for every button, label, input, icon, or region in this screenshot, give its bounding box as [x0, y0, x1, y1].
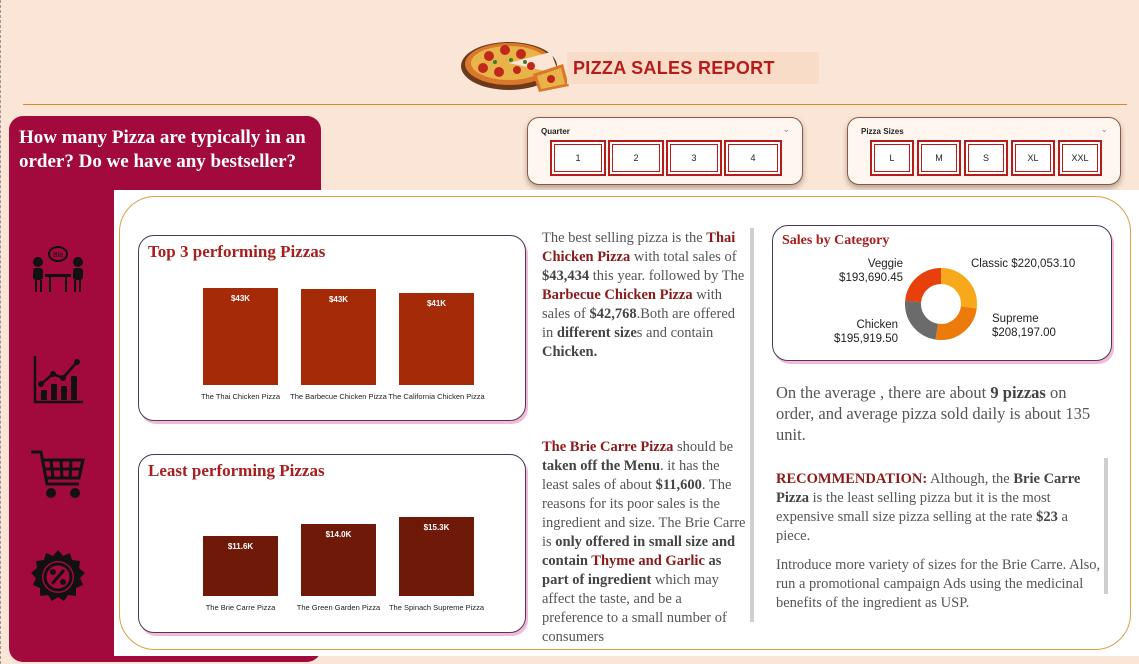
text-avg-segment: On the average , there are about — [776, 383, 991, 402]
sizes-slicer-title: Pizza Sizes — [861, 127, 904, 136]
quarter-option-1[interactable]: 1 — [550, 140, 606, 176]
pizza-sizes-slicer: Pizza Sizes ⌄ L M S XL XXL — [847, 117, 1121, 185]
average-order-text: On the average , there are about 9 pizza… — [776, 382, 1106, 445]
category-card: Sales by Category Classic $220,053.10 Sup… — [772, 225, 1112, 361]
bar-data-label: $15.3K — [423, 523, 450, 532]
svg-text:Bla: Bla — [53, 252, 63, 259]
quarter-option-4[interactable]: 4 — [724, 140, 782, 176]
chevron-down-icon[interactable]: ⌄ — [782, 124, 790, 135]
text-least-segment: should be — [673, 439, 734, 455]
donut-label-classic: Classic $220,053.10 — [971, 257, 1075, 271]
bar-data-label: $11.6K — [227, 542, 254, 552]
discount-gear-icon — [31, 550, 85, 601]
text-rec-segment: $23 — [1036, 509, 1058, 525]
least-card: Least performing Pizzas $11.6K The Brie C… — [138, 454, 526, 633]
least-seller-text: The Brie Carre Pizza should be taken off… — [542, 438, 746, 647]
donut-label-value: $195,919.50 — [834, 333, 898, 345]
text-best-segment: $42,768 — [589, 306, 637, 322]
text-least-segment: taken off the Menu — [542, 458, 661, 474]
top3-card: Top 3 performing Pizzas $43K The Thai Chi… — [138, 235, 526, 421]
donut-label-value: $208,197.00 — [992, 327, 1056, 339]
text-best-segment: this year. followed by The — [589, 268, 745, 284]
text-best-segment: The best selling pizza is the — [542, 230, 707, 246]
text-rec-segment: Although, the — [927, 471, 1014, 487]
least-bar-chart: $11.6K The Brie Carre Pizza $14.0K The Gree… — [139, 455, 527, 634]
text-rec-segment: is the least selling pizza but it is the… — [776, 490, 1051, 525]
shopping-cart-icon — [31, 450, 85, 498]
donut-label-name: Classic — [971, 258, 1009, 270]
text-best-segment: $43,434 — [542, 268, 590, 284]
size-option-xxl[interactable]: XXL — [1058, 140, 1102, 176]
recommendation-scrollbar[interactable] — [1104, 458, 1108, 594]
text-best-segment: s and contain — [636, 325, 714, 341]
quarter-slicer-title: Quarter — [541, 127, 570, 136]
category-label: The Spinach Supreme Pizza — [388, 603, 485, 612]
top3-bar-chart: $43K The Thai Chicken Pizza $43K The Barbec… — [139, 236, 527, 422]
header-divider — [23, 104, 1127, 105]
question-text: How many Pizza are typically in an order… — [19, 127, 306, 172]
quarter-option-3[interactable]: 3 — [666, 140, 722, 176]
bar-data-label: $43K — [328, 295, 349, 305]
recommendation-followup: Introduce more variety of sizes for the … — [776, 557, 1101, 611]
text-least-segment: $11,600 — [655, 477, 702, 493]
bar-data-label: $41K — [426, 298, 447, 308]
report-title: PIZZA SALES REPORT — [567, 52, 819, 84]
donut-label-name: Veggie — [867, 258, 903, 270]
category-donut-chart: Classic $220,053.10 Supreme $208,197.00 Chi… — [773, 226, 1113, 362]
text-rec-segment: RECOMMENDATION: — [776, 471, 928, 487]
growth-chart-icon — [33, 356, 83, 404]
recommendation-text: RECOMMENDATION: Although, the Brie Carre… — [776, 470, 1101, 546]
category-label: The Thai Chicken Pizza — [200, 392, 281, 401]
donut-label-value: $220,053.10 — [1011, 258, 1076, 270]
size-option-xl[interactable]: XL — [1011, 140, 1055, 176]
text-least-segment: Thyme and Garlic — [591, 553, 705, 569]
text-least-segment: The Brie Carre Pizza — [542, 439, 674, 455]
size-option-l[interactable]: L — [870, 140, 914, 176]
category-label: The Green Garden Pizza — [296, 603, 381, 612]
text-best-segment: Chicken. — [542, 344, 598, 360]
text-best-segment: different size — [556, 325, 637, 341]
category-label: The Brie Carre Pizza — [205, 603, 276, 612]
donut-label-value: $193,690.45 — [839, 272, 903, 284]
quarter-slicer: Quarter ⌄ 1 2 3 4 — [527, 117, 803, 185]
bestseller-text: The best selling pizza is the Thai Chick… — [542, 229, 746, 362]
people-meeting-icon: Bla — [33, 246, 83, 292]
category-label: The Barbecue Chicken Pizza — [290, 392, 387, 401]
donut-label-supreme: Supreme $208,197.00 — [992, 312, 1056, 340]
donut-label-name: Chicken — [856, 319, 898, 331]
quarter-option-2[interactable]: 2 — [608, 140, 664, 176]
donut-label-veggie: Veggie $193,690.45 — [818, 257, 903, 285]
donut-label-chicken: Chicken $195,919.50 — [818, 318, 898, 346]
bar-data-label: $43K — [230, 294, 251, 303]
chevron-down-icon[interactable]: ⌄ — [1100, 124, 1108, 135]
text-best-segment: with total sales of — [630, 249, 737, 265]
size-option-m[interactable]: M — [917, 140, 961, 176]
size-option-s[interactable]: S — [964, 140, 1008, 176]
text-best-segment: Barbecue Chicken Pizza — [542, 287, 693, 303]
bar-data-label: $14.0K — [325, 529, 352, 539]
donut-label-name: Supreme — [992, 313, 1039, 325]
category-label: The California Chicken Pizza — [388, 392, 485, 401]
text-scrollbar[interactable] — [750, 228, 754, 622]
text-avg-segment: 9 pizzas — [990, 383, 1046, 402]
pizza-logo — [461, 42, 569, 92]
